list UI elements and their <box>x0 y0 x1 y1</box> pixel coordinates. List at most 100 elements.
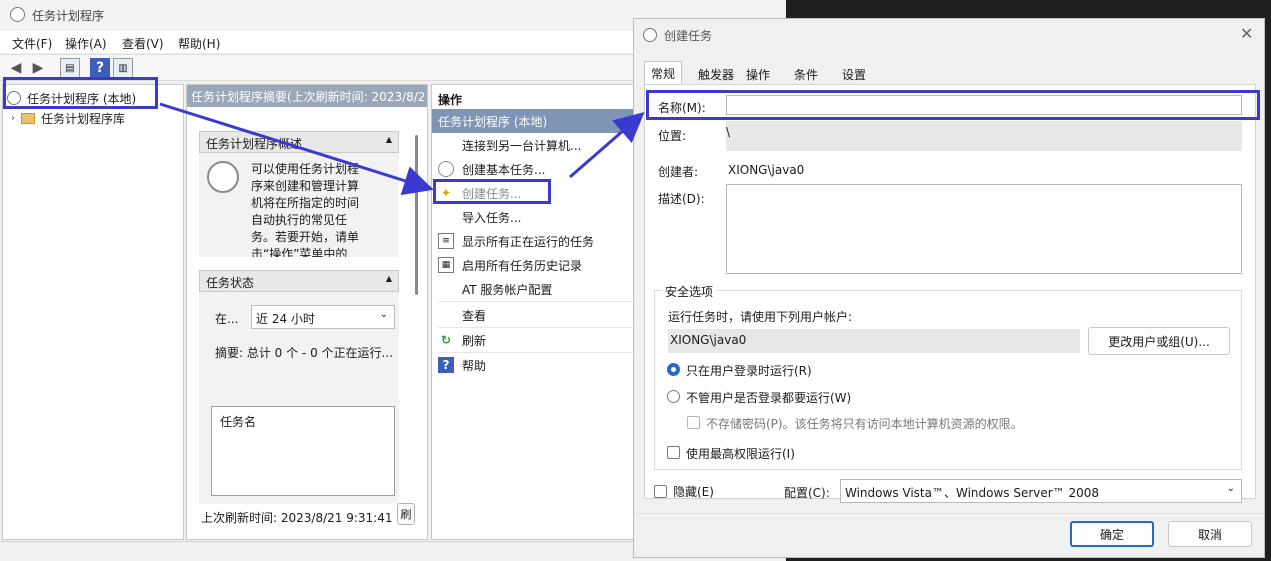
action-show-running[interactable]: ≡ 显示所有正在运行的任务 <box>438 229 634 253</box>
ok-button[interactable]: 确定 <box>1070 521 1154 547</box>
tab-triggers[interactable]: 触发器 <box>692 63 740 85</box>
run-as-user-value: XIONG\java0 <box>670 333 747 347</box>
status-summary: 摘要: 总计 0 个 - 0 个正在运行... <box>215 346 393 360</box>
tab-actions[interactable]: 操作 <box>740 63 776 85</box>
checkbox-no-store-password-label: 不存储密码(P)。该任务将只有访问本地计算机资源的权限。 <box>706 417 1023 431</box>
last-refresh-text: 上次刷新时间: 2023/8/21 9:31:41 <box>201 511 393 525</box>
folder-icon <box>21 112 35 124</box>
chevron-down-icon: ⌄ <box>1226 483 1235 494</box>
highlight-create-task <box>433 179 551 204</box>
tab-general[interactable]: 常规 <box>644 61 683 85</box>
action-import-task[interactable]: 导入任务... <box>438 205 634 229</box>
clock-icon <box>643 28 657 42</box>
action-create-basic-task[interactable]: 创建基本任务... <box>438 157 634 181</box>
summary-pane: 任务计划程序摘要(上次刷新时间: 2023/8/21 任务计划程序概述 ▲ 可以… <box>186 84 428 540</box>
change-user-button[interactable]: 更改用户或组(U)... <box>1088 327 1230 355</box>
overview-body: 可以使用任务计划程序来创建和管理计算机将在所指定的时间自动执行的常见任务。若要开… <box>199 153 399 257</box>
dialog-title: 创建任务 <box>664 29 713 43</box>
highlight-tree-root <box>3 77 158 109</box>
blank-icon <box>438 209 454 225</box>
refresh-button-label: 刷 <box>400 508 412 521</box>
status-range-label: 在... <box>215 312 239 326</box>
author-value: XIONG\java0 <box>728 163 805 177</box>
menu-help[interactable]: 帮助(H) <box>178 35 220 52</box>
close-icon[interactable]: ✕ <box>1240 24 1253 43</box>
status-title: 任务状态 <box>206 276 255 290</box>
summary-scrollbar[interactable] <box>415 135 418 295</box>
chevron-down-icon: ⌄ <box>379 309 388 320</box>
action-view[interactable]: 查看 <box>438 303 634 327</box>
config-label: 配置(C): <box>784 486 830 500</box>
forward-icon[interactable]: ▶ <box>28 58 48 78</box>
overview-text: 可以使用任务计划程序来创建和管理计算机将在所指定的时间自动执行的常见任务。若要开… <box>251 162 360 257</box>
action-connect[interactable]: 连接到另一台计算机... <box>438 133 634 157</box>
checkbox-no-store-password[interactable] <box>687 416 700 429</box>
checkbox-highest-privileges[interactable] <box>667 446 680 459</box>
collapse-icon[interactable]: ▲ <box>386 135 392 144</box>
config-select[interactable]: Windows Vista™、Windows Server™ 2008 ⌄ <box>840 479 1242 503</box>
status-body: 在... 近 24 小时 ⌄ 摘要: 总计 0 个 - 0 个正在运行... 任… <box>199 292 399 504</box>
location-label: 位置: <box>658 129 687 143</box>
action-enable-history[interactable]: ▦ 启用所有任务历史记录 <box>438 253 634 277</box>
calendar-clock-icon <box>438 161 454 177</box>
tab-conditions[interactable]: 条件 <box>788 63 824 85</box>
collapse-icon[interactable]: ▲ <box>386 274 392 283</box>
refresh-icon: ↻ <box>440 333 452 347</box>
back-icon[interactable]: ◀ <box>6 58 26 78</box>
overview-group-header[interactable]: 任务计划程序概述 ▲ <box>199 131 399 153</box>
action-at-service[interactable]: AT 服务帐户配置 <box>438 277 634 301</box>
tab-settings[interactable]: 设置 <box>836 63 872 85</box>
blank-icon <box>438 307 454 323</box>
config-value: Windows Vista™、Windows Server™ 2008 <box>845 486 1100 500</box>
location-field: \ <box>726 121 1242 151</box>
actions-pane: 操作 任务计划程序 (本地) 连接到另一台计算机... 创建基本任务... ✦ 创… <box>431 84 635 540</box>
window-title: 任务计划程序 <box>32 9 105 23</box>
clock-large-icon <box>207 161 239 193</box>
actions-section-header[interactable]: 任务计划程序 (本地) <box>432 109 634 133</box>
separator <box>438 301 634 302</box>
menu-view[interactable]: 查看(V) <box>122 35 164 52</box>
location-value: \ <box>726 125 731 139</box>
checkbox-highest-privileges-label: 使用最高权限运行(I) <box>686 447 795 461</box>
security-title: 安全选项 <box>662 283 717 300</box>
menu-action[interactable]: 操作(A) <box>65 35 107 52</box>
cancel-button[interactable]: 取消 <box>1168 521 1252 547</box>
actions-section-label: 任务计划程序 (本地) <box>438 115 548 129</box>
history-icon: ▦ <box>438 257 454 273</box>
action-refresh[interactable]: ↻ 刷新 <box>438 328 634 352</box>
status-range-select[interactable]: 近 24 小时 ⌄ <box>251 305 395 329</box>
tree-item-library[interactable]: › 任务计划程序库 <box>11 108 181 128</box>
status-group-header[interactable]: 任务状态 ▲ <box>199 270 399 292</box>
radio-run-whether-logged-on-label: 不管用户是否登录都要运行(W) <box>686 391 852 405</box>
highlight-name-field <box>646 90 1260 120</box>
help-icon[interactable]: ? <box>90 58 110 78</box>
clock-icon <box>10 7 25 22</box>
radio-run-whether-logged-on[interactable] <box>667 390 680 403</box>
description-label: 描述(D): <box>658 192 705 206</box>
overview-title: 任务计划程序概述 <box>206 137 303 151</box>
menu-file[interactable]: 文件(F) <box>12 35 52 52</box>
list-icon: ≡ <box>438 233 454 249</box>
refresh-button[interactable]: 刷 <box>397 503 415 525</box>
author-label: 创建者: <box>658 165 699 179</box>
actions-header: 操作 <box>438 93 463 107</box>
task-name-column[interactable]: 任务名 <box>220 413 256 430</box>
summary-header: 任务计划程序摘要(上次刷新时间: 2023/8/21 <box>187 85 427 107</box>
run-as-label: 运行任务时，请使用下列用户帐户: <box>668 310 853 324</box>
navigation-tree: 任务计划程序 (本地) › 任务计划程序库 <box>2 84 184 540</box>
show-tree-icon[interactable]: ▤ <box>60 58 80 78</box>
checkbox-hidden[interactable] <box>654 485 667 498</box>
run-as-user-field: XIONG\java0 <box>668 329 1080 353</box>
radio-run-logged-on[interactable] <box>667 363 680 376</box>
description-textarea[interactable] <box>726 184 1242 274</box>
help-icon: ? <box>438 357 454 373</box>
show-action-pane-icon[interactable]: ▥ <box>113 58 133 78</box>
blank-icon <box>438 137 454 153</box>
status-range-value: 近 24 小时 <box>256 312 315 326</box>
blank-icon <box>438 281 454 297</box>
action-help[interactable]: ? 帮助 <box>438 353 634 377</box>
chevron-right-icon[interactable]: › <box>11 113 15 124</box>
tree-item-library-label: 任务计划程序库 <box>41 111 126 126</box>
task-list[interactable]: 任务名 <box>211 406 395 496</box>
checkbox-hidden-label: 隐藏(E) <box>673 485 714 499</box>
